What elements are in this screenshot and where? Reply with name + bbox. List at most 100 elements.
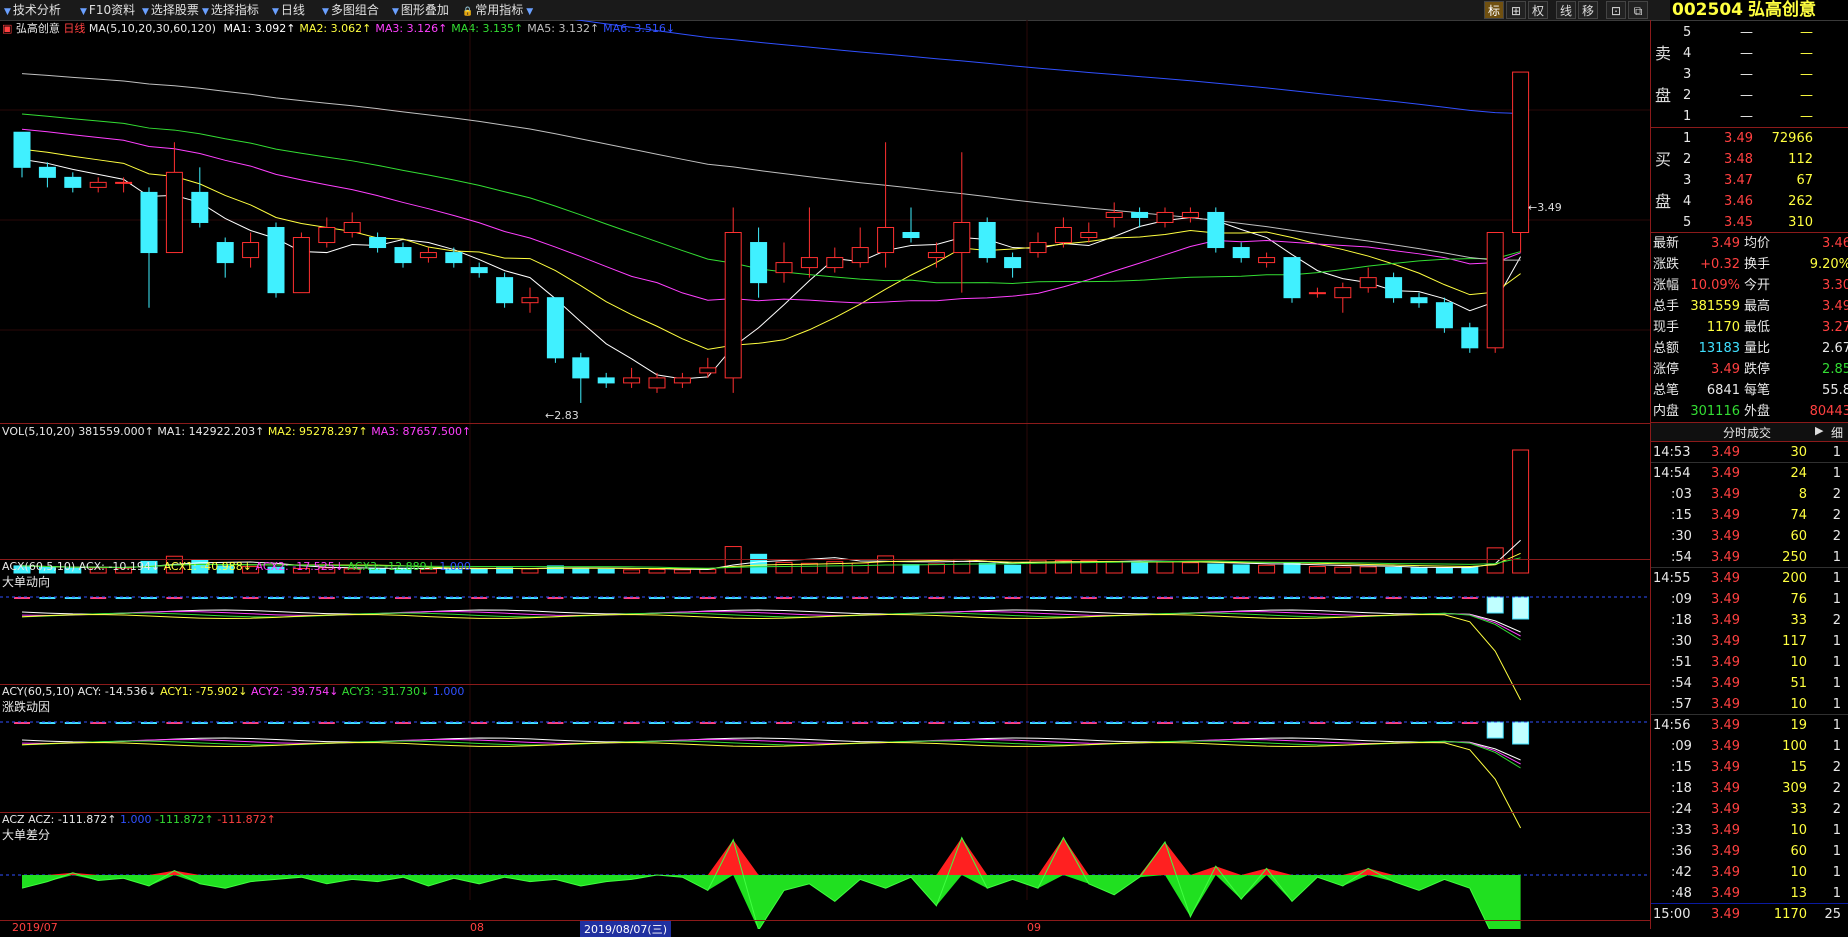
- acy-marker: [1233, 722, 1250, 724]
- candle-body: [927, 252, 945, 259]
- detail-button[interactable]: 细: [1831, 424, 1843, 441]
- chart-svg: [0, 20, 1650, 929]
- play-icon[interactable]: ▶: [1815, 424, 1823, 437]
- tick-time: :18: [1671, 613, 1692, 628]
- volume-bar: [1181, 562, 1199, 574]
- candle-body: [724, 232, 742, 379]
- tick-time: :24: [1671, 802, 1692, 817]
- tick-price: 3.49: [1711, 529, 1740, 544]
- buy-row: 5 3.45 310: [1651, 212, 1848, 233]
- grid-icon[interactable]: ⊞: [1506, 1, 1526, 19]
- candle-body: [369, 237, 387, 249]
- tick-count: 2: [1832, 781, 1841, 796]
- volume: —: [1800, 46, 1813, 61]
- tick-time: :09: [1671, 592, 1692, 607]
- volume-bar: [851, 562, 869, 574]
- acz-label: ACZ: [2, 813, 25, 826]
- stat-key: 总笔: [1653, 383, 1680, 398]
- candle-body: [800, 257, 818, 269]
- tick-volume: 117: [1782, 634, 1807, 649]
- tick-count: 1: [1832, 739, 1841, 754]
- stat-row: 涨跌 +0.32 换手 9.20%: [1651, 254, 1848, 275]
- stat-key: 最新: [1653, 236, 1680, 251]
- candle-body: [1054, 226, 1072, 244]
- stat-value: 6841: [1706, 383, 1740, 398]
- stock-code: 002504: [1672, 0, 1743, 20]
- line-icon[interactable]: 线: [1556, 1, 1576, 19]
- tick-volume: 10: [1790, 865, 1807, 880]
- dropdown-arrow-icon: ▼: [142, 7, 149, 17]
- menu-select-stock[interactable]: ▼ 选择股票: [142, 0, 199, 20]
- tick-price: 3.49: [1711, 508, 1740, 523]
- acx-marker: [877, 597, 894, 599]
- tick-price: 3.49: [1711, 907, 1740, 922]
- stat-key: 涨幅: [1653, 278, 1680, 293]
- tick-row: 14:55 3.49 200 1: [1651, 568, 1848, 589]
- acy-marker: [877, 722, 894, 724]
- pane-divider: [0, 920, 1650, 921]
- low-price-marker: ←2.83: [545, 409, 579, 422]
- candle-body: [1080, 232, 1098, 239]
- candle-body: [38, 166, 56, 178]
- vol-ma3: MA3: 87657.500↑: [371, 425, 472, 438]
- window-icon[interactable]: ⊡: [1606, 1, 1626, 19]
- tick-price: 3.49: [1711, 886, 1740, 901]
- rights-icon[interactable]: 权: [1528, 1, 1548, 19]
- candle-body: [140, 191, 158, 254]
- vol-ma2: MA2: 95278.297↑: [267, 425, 368, 438]
- restore-icon[interactable]: ⧉: [1628, 1, 1648, 19]
- candle-body: [64, 176, 82, 188]
- tick-volume: 60: [1790, 529, 1807, 544]
- menu-period[interactable]: ▼ 日线: [272, 0, 305, 20]
- move-icon[interactable]: 移: [1578, 1, 1598, 19]
- acx-label: ACX(60,5,10): [2, 560, 76, 573]
- acz-pane-header: ACZ ACZ: -111.872↑ 1.000 -111.872↑ -111.…: [2, 813, 276, 826]
- volume-bar: [1156, 561, 1174, 574]
- tick-row: 14:54 3.49 24 1: [1651, 463, 1848, 484]
- menu-f10[interactable]: ▼ F10资料: [80, 0, 135, 20]
- volume-bar: [978, 562, 996, 574]
- acy3-value: ACY3: -31.730↓: [341, 685, 430, 698]
- tick-time: :54: [1671, 676, 1692, 691]
- volume-bar: [1359, 566, 1377, 574]
- stat-key: 跌停: [1744, 362, 1771, 377]
- tick-count: 1: [1832, 466, 1841, 481]
- quote-panel: 卖 盘 5— —4— —3— —2— —1— — 买 盘 1 3.49 72966 2 3.48 1…: [1650, 20, 1848, 929]
- acx-marker: [141, 597, 157, 599]
- menu-select-indicator[interactable]: ▼ 选择指标: [202, 0, 259, 20]
- tick-count: 1: [1832, 718, 1841, 733]
- acz-value: ACZ: -111.872↑: [28, 813, 117, 826]
- candle-body: [394, 247, 412, 264]
- acx-line: [21, 612, 1521, 641]
- dropdown-arrow-icon: ▼: [4, 7, 11, 17]
- tick-row: :15 3.49 15 2: [1651, 757, 1848, 778]
- menu-overlay[interactable]: ▼ 图形叠加: [392, 0, 449, 20]
- menu-common-indicators[interactable]: 🔒 常用指标 ▼: [462, 0, 535, 20]
- stat-value: 2.67: [1822, 341, 1848, 356]
- mark-icon[interactable]: 标: [1484, 1, 1504, 19]
- ticks-title: 分时成交: [1723, 426, 1772, 440]
- menu-multi-chart[interactable]: ▼ 多图组合: [322, 0, 379, 20]
- chart-area[interactable]: ▣ 弘高创意 日线 MA(5,10,20,30,60,120) MA1: 3.0…: [0, 20, 1650, 937]
- tick-volume: 30: [1790, 445, 1807, 460]
- stat-row: 现手 1170 最低 3.27: [1651, 317, 1848, 338]
- volume-bar: [1410, 567, 1428, 574]
- candle-body: [953, 221, 971, 254]
- acx-marker: [14, 597, 30, 599]
- vol-label: VOL(5,10,20): [2, 425, 75, 438]
- candle-body: [877, 226, 895, 254]
- tick-price: 3.49: [1711, 487, 1740, 502]
- tick-price: 3.49: [1711, 865, 1740, 880]
- candle-body: [623, 377, 641, 384]
- stat-key: 均价: [1744, 236, 1771, 251]
- menu-tech-analysis[interactable]: ▼ 技术分析: [4, 0, 61, 20]
- tick-price: 3.49: [1711, 760, 1740, 775]
- tick-count: 2: [1832, 529, 1841, 544]
- tick-count: 1: [1832, 592, 1841, 607]
- tick-price: 3.49: [1711, 466, 1740, 481]
- candle-body: [191, 191, 209, 223]
- candle-body: [165, 171, 183, 254]
- tick-volume: 15: [1790, 760, 1807, 775]
- stat-key: 每笔: [1744, 383, 1771, 398]
- tick-price: 3.49: [1711, 655, 1740, 670]
